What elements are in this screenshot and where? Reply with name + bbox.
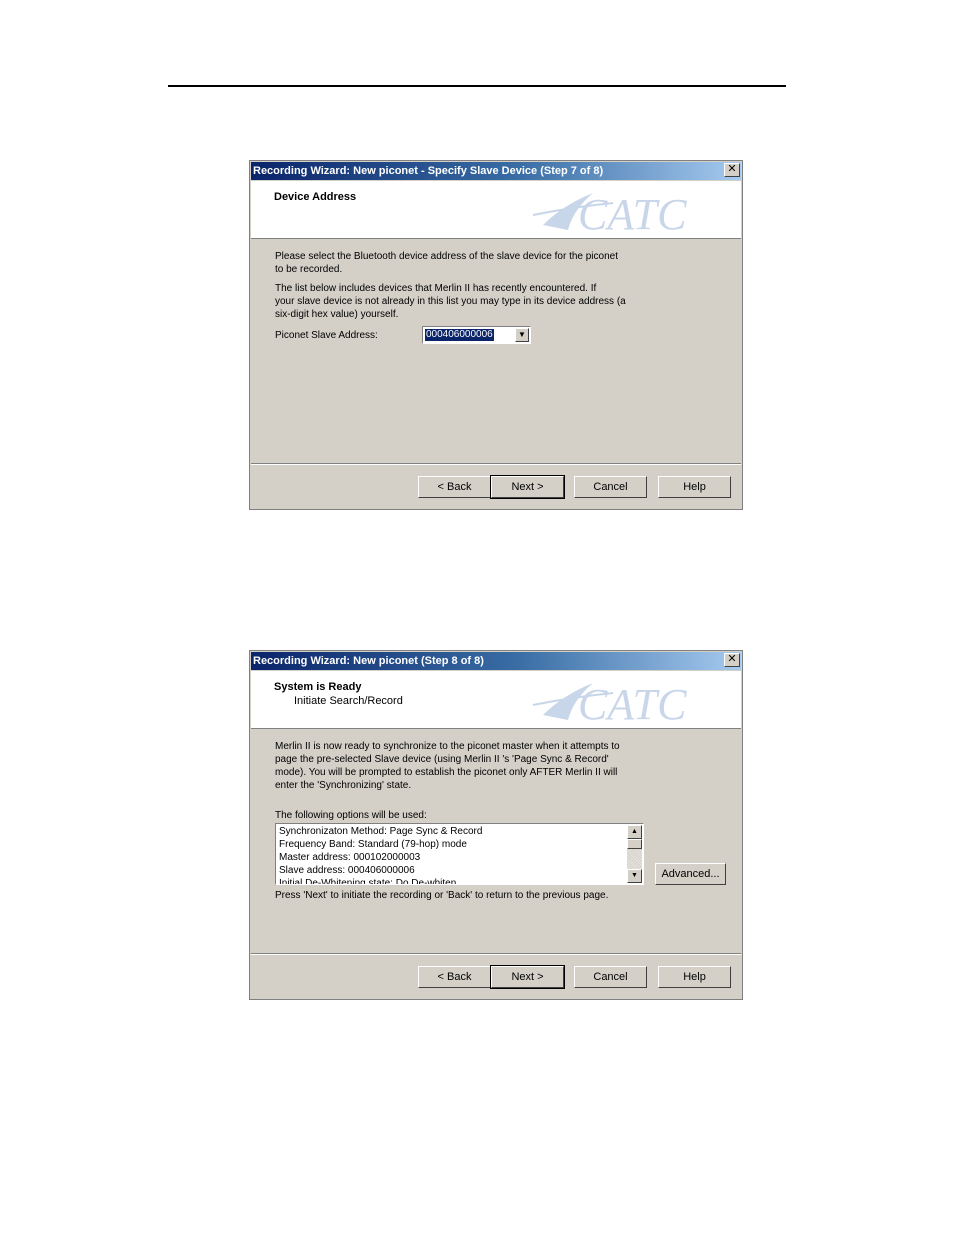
scroll-up-button[interactable]: ▲: [627, 825, 642, 839]
back-button[interactable]: < Back: [418, 476, 491, 498]
advanced-button[interactable]: Advanced...: [655, 863, 726, 885]
chevron-down-icon: ▼: [518, 330, 526, 339]
dialog-titlebar: Recording Wizard: New piconet - Specify …: [251, 162, 741, 180]
cancel-button[interactable]: Cancel: [574, 476, 647, 498]
list-item: Synchronizaton Method: Page Sync & Recor…: [279, 826, 483, 837]
arrow-up-icon: ▲: [631, 828, 638, 835]
header-subtitle: Initiate Search/Record: [294, 695, 403, 707]
wizard-dialog-step8: Recording Wizard: New piconet (Step 8 of…: [249, 650, 743, 1000]
back-button[interactable]: < Back: [418, 966, 491, 988]
scroll-thumb[interactable]: [627, 839, 642, 849]
instructions-paragraph-2: The list below includes devices that Mer…: [275, 282, 645, 321]
text-line: your slave device is not already in this…: [275, 296, 626, 307]
close-icon: ✕: [727, 653, 737, 665]
text-line: to be recorded.: [275, 264, 343, 275]
next-button[interactable]: Next >: [490, 965, 565, 989]
slave-address-combobox[interactable]: 000406000006 ▼: [422, 326, 531, 344]
wizard-header: Device Address CATC: [251, 181, 741, 239]
dialog-title: Recording Wizard: New piconet - Specify …: [253, 165, 604, 177]
list-item: Initial De-Whitening state: Do De-whiten: [279, 878, 457, 885]
text-line: The list below includes devices that Mer…: [275, 283, 597, 294]
page-top-rule: [168, 85, 786, 87]
help-button[interactable]: Help: [658, 476, 731, 498]
text-line: enter the 'Synchronizing' state.: [275, 780, 412, 791]
cancel-button[interactable]: Cancel: [574, 966, 647, 988]
catc-logo: CATC: [532, 680, 687, 727]
close-button[interactable]: ✕: [724, 653, 740, 667]
footer-separator: [251, 953, 741, 955]
vertical-scrollbar[interactable]: ▲ ▼: [627, 825, 642, 883]
arrow-down-icon: ▼: [631, 872, 638, 879]
text-line: six-digit hex value) yourself.: [275, 309, 399, 320]
dropdown-button[interactable]: ▼: [515, 328, 529, 342]
dialog-titlebar: Recording Wizard: New piconet (Step 8 of…: [251, 652, 741, 670]
footer-note: Press 'Next' to initiate the recording o…: [275, 890, 609, 901]
catc-logo: CATC: [532, 190, 687, 237]
logo-text: CATC: [578, 190, 687, 237]
options-label: The following options will be used:: [275, 810, 427, 821]
text-line: page the pre-selected Slave device (usin…: [275, 754, 609, 765]
header-title: Device Address: [274, 191, 357, 203]
options-listbox[interactable]: Synchronizaton Method: Page Sync & Recor…: [275, 823, 644, 885]
list-item: Slave address: 000406000006: [279, 865, 415, 876]
logo-text: CATC: [578, 680, 687, 727]
text-line: Merlin II is now ready to synchronize to…: [275, 741, 620, 752]
list-item: Master address: 000102000003: [279, 852, 421, 863]
options-list: Synchronizaton Method: Page Sync & Recor…: [279, 825, 483, 885]
text-line: mode). You will be prompted to establish…: [275, 767, 618, 778]
wizard-dialog-step7: Recording Wizard: New piconet - Specify …: [249, 160, 743, 510]
wizard-header: System is Ready Initiate Search/Record C…: [251, 671, 741, 729]
slave-address-value[interactable]: 000406000006: [425, 329, 494, 341]
next-button[interactable]: Next >: [490, 475, 565, 499]
instructions-paragraph-1: Please select the Bluetooth device addre…: [275, 250, 645, 276]
text-line: Please select the Bluetooth device addre…: [275, 251, 618, 262]
close-button[interactable]: ✕: [724, 163, 740, 177]
scroll-down-button[interactable]: ▼: [627, 869, 642, 883]
close-icon: ✕: [727, 163, 737, 175]
footer-separator: [251, 463, 741, 465]
list-item: Frequency Band: Standard (79-hop) mode: [279, 839, 467, 850]
header-title: System is Ready: [274, 681, 362, 693]
help-button[interactable]: Help: [658, 966, 731, 988]
dialog-title: Recording Wizard: New piconet (Step 8 of…: [253, 655, 484, 667]
ready-paragraph: Merlin II is now ready to synchronize to…: [275, 740, 655, 792]
